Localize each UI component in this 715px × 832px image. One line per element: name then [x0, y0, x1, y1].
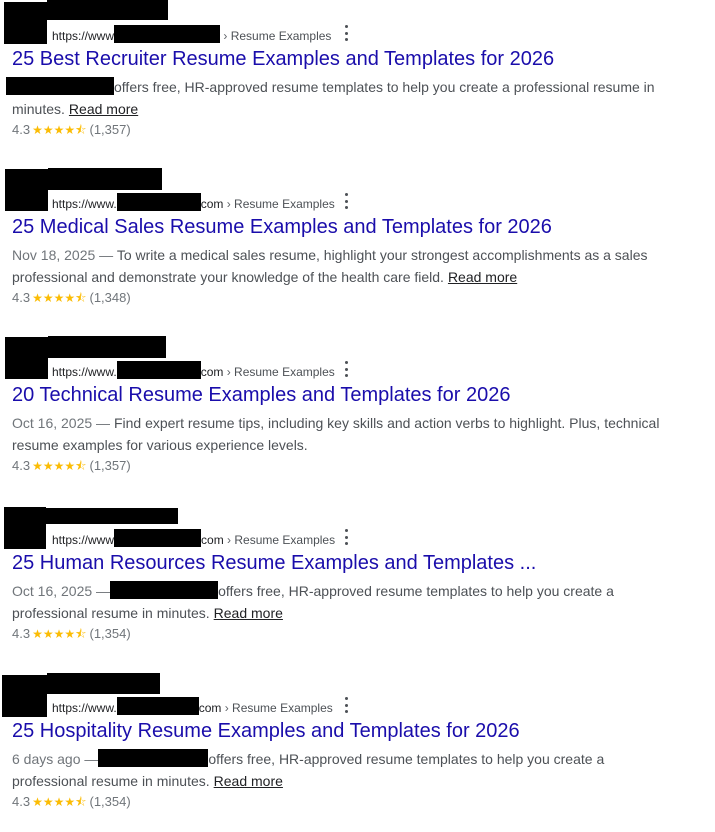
rating-value: 4.3: [12, 626, 31, 641]
breadcrumb-separator: ›: [223, 29, 228, 43]
breadcrumb-url: https://www: [52, 533, 115, 547]
redacted-brand: [6, 77, 114, 95]
kebab-menu-icon[interactable]: [341, 697, 351, 713]
result-snippet: Oct 16, 2025 — offers free, HR-approved r…: [12, 580, 672, 624]
breadcrumb-path: Resume Examples: [230, 29, 332, 43]
redacted-domain: [116, 697, 199, 715]
redacted-site-name: [48, 168, 162, 190]
result-title-link[interactable]: 20 Technical Resume Examples and Templat…: [12, 383, 510, 407]
result-date: Oct 16, 2025 —: [12, 583, 111, 599]
breadcrumb-path: Resume Examples: [232, 701, 333, 715]
breadcrumb-separator: ›: [227, 533, 232, 547]
search-result: https://www. com › Resume Examples 25 Med…: [0, 168, 715, 328]
result-snippet: Oct 16, 2025 — Find expert resume tips, …: [12, 412, 672, 456]
rating-row: 4.3 ★★★★⯪ (1,357): [12, 457, 131, 475]
result-title-link[interactable]: 25 Hospitality Resume Examples and Templ…: [12, 719, 520, 743]
snippet-text: Find expert resume tips, including key s…: [12, 415, 660, 453]
breadcrumb-url: https://www: [52, 29, 115, 43]
breadcrumb-url: https://www.: [52, 365, 117, 379]
breadcrumb-domain-tail: com: [200, 365, 224, 379]
review-count: (1,354): [89, 794, 131, 809]
breadcrumb-separator: ›: [224, 701, 229, 715]
rating-value: 4.3: [12, 290, 31, 305]
redacted-domain: [116, 193, 201, 211]
rating-row: 4.3 ★★★★⯪ (1,354): [12, 793, 131, 811]
breadcrumb[interactable]: https://www. com › Resume Examples: [52, 361, 335, 379]
redacted-favicon: [4, 2, 47, 44]
rating-value: 4.3: [12, 458, 31, 473]
breadcrumb-domain-tail: com: [201, 533, 224, 547]
read-more-link[interactable]: Read more: [448, 269, 517, 285]
redacted-site-name: [48, 336, 166, 358]
breadcrumb-path: Resume Examples: [234, 365, 335, 379]
breadcrumb-url: https://www.: [52, 701, 117, 715]
review-count: (1,354): [89, 626, 131, 641]
redacted-domain: [114, 25, 221, 43]
result-date: Oct 16, 2025 —: [12, 415, 111, 431]
star-icon: ★★★★⯪: [32, 291, 87, 305]
result-title-link[interactable]: 25 Best Recruiter Resume Examples and Te…: [12, 47, 554, 71]
review-count: (1,357): [89, 122, 131, 137]
breadcrumb[interactable]: https://www. com › Resume Examples: [52, 193, 335, 211]
breadcrumb-separator: ›: [226, 365, 231, 379]
result-title-link[interactable]: 25 Medical Sales Resume Examples and Tem…: [12, 215, 552, 239]
rating-row: 4.3 ★★★★⯪ (1,357): [12, 121, 131, 139]
rating-value: 4.3: [12, 122, 31, 137]
kebab-menu-icon[interactable]: [341, 529, 351, 545]
breadcrumb-domain-tail: com: [198, 701, 222, 715]
redacted-site-name: [46, 508, 178, 524]
breadcrumb-domain-tail: com: [200, 197, 224, 211]
search-result: https://www com › Resume Examples 25 Huma…: [0, 504, 715, 664]
redacted-brand: [98, 749, 209, 767]
search-result: https://www. com › Resume Examples 20 Tec…: [0, 336, 715, 496]
result-snippet: Nov 18, 2025 — To write a medical sales …: [12, 244, 672, 288]
redacted-site-name: [47, 673, 160, 694]
breadcrumb[interactable]: https://www › Resume Examples: [52, 25, 331, 43]
search-result: https://www › Resume Examples 25 Best Re…: [0, 0, 715, 160]
result-snippet: 6 days ago — offers free, HR-approved res…: [12, 748, 672, 792]
redacted-domain: [116, 361, 201, 379]
rating-row: 4.3 ★★★★⯪ (1,348): [12, 289, 131, 307]
rating-row: 4.3 ★★★★⯪ (1,354): [12, 625, 131, 643]
breadcrumb[interactable]: https://www. com › Resume Examples: [52, 697, 333, 715]
read-more-link[interactable]: Read more: [69, 101, 138, 117]
search-result: https://www. com › Resume Examples 25 Hos…: [0, 672, 715, 832]
kebab-menu-icon[interactable]: [341, 193, 351, 209]
redacted-favicon: [2, 675, 47, 717]
breadcrumb[interactable]: https://www com › Resume Examples: [52, 529, 335, 547]
review-count: (1,357): [89, 458, 131, 473]
star-icon: ★★★★⯪: [32, 123, 87, 137]
breadcrumb-url: https://www.: [52, 197, 117, 211]
review-count: (1,348): [89, 290, 131, 305]
redacted-domain: [114, 529, 202, 547]
kebab-menu-icon[interactable]: [341, 25, 351, 41]
breadcrumb-separator: ›: [226, 197, 231, 211]
result-title-link[interactable]: 25 Human Resources Resume Examples and T…: [12, 551, 536, 575]
kebab-menu-icon[interactable]: [341, 361, 351, 377]
redacted-site-name: [47, 0, 168, 20]
result-snippet: offers free, HR-approved resume template…: [6, 76, 672, 120]
redacted-favicon: [4, 507, 46, 549]
result-date: Nov 18, 2025 —: [12, 247, 114, 263]
rating-value: 4.3: [12, 794, 31, 809]
star-icon: ★★★★⯪: [32, 627, 87, 641]
result-date: 6 days ago —: [12, 751, 99, 767]
breadcrumb-path: Resume Examples: [234, 533, 336, 547]
redacted-favicon: [5, 337, 48, 379]
star-icon: ★★★★⯪: [32, 459, 87, 473]
breadcrumb-path: Resume Examples: [234, 197, 335, 211]
redacted-brand: [110, 581, 219, 599]
read-more-link[interactable]: Read more: [214, 773, 283, 789]
redacted-favicon: [5, 169, 48, 211]
star-icon: ★★★★⯪: [32, 795, 87, 809]
read-more-link[interactable]: Read more: [214, 605, 283, 621]
